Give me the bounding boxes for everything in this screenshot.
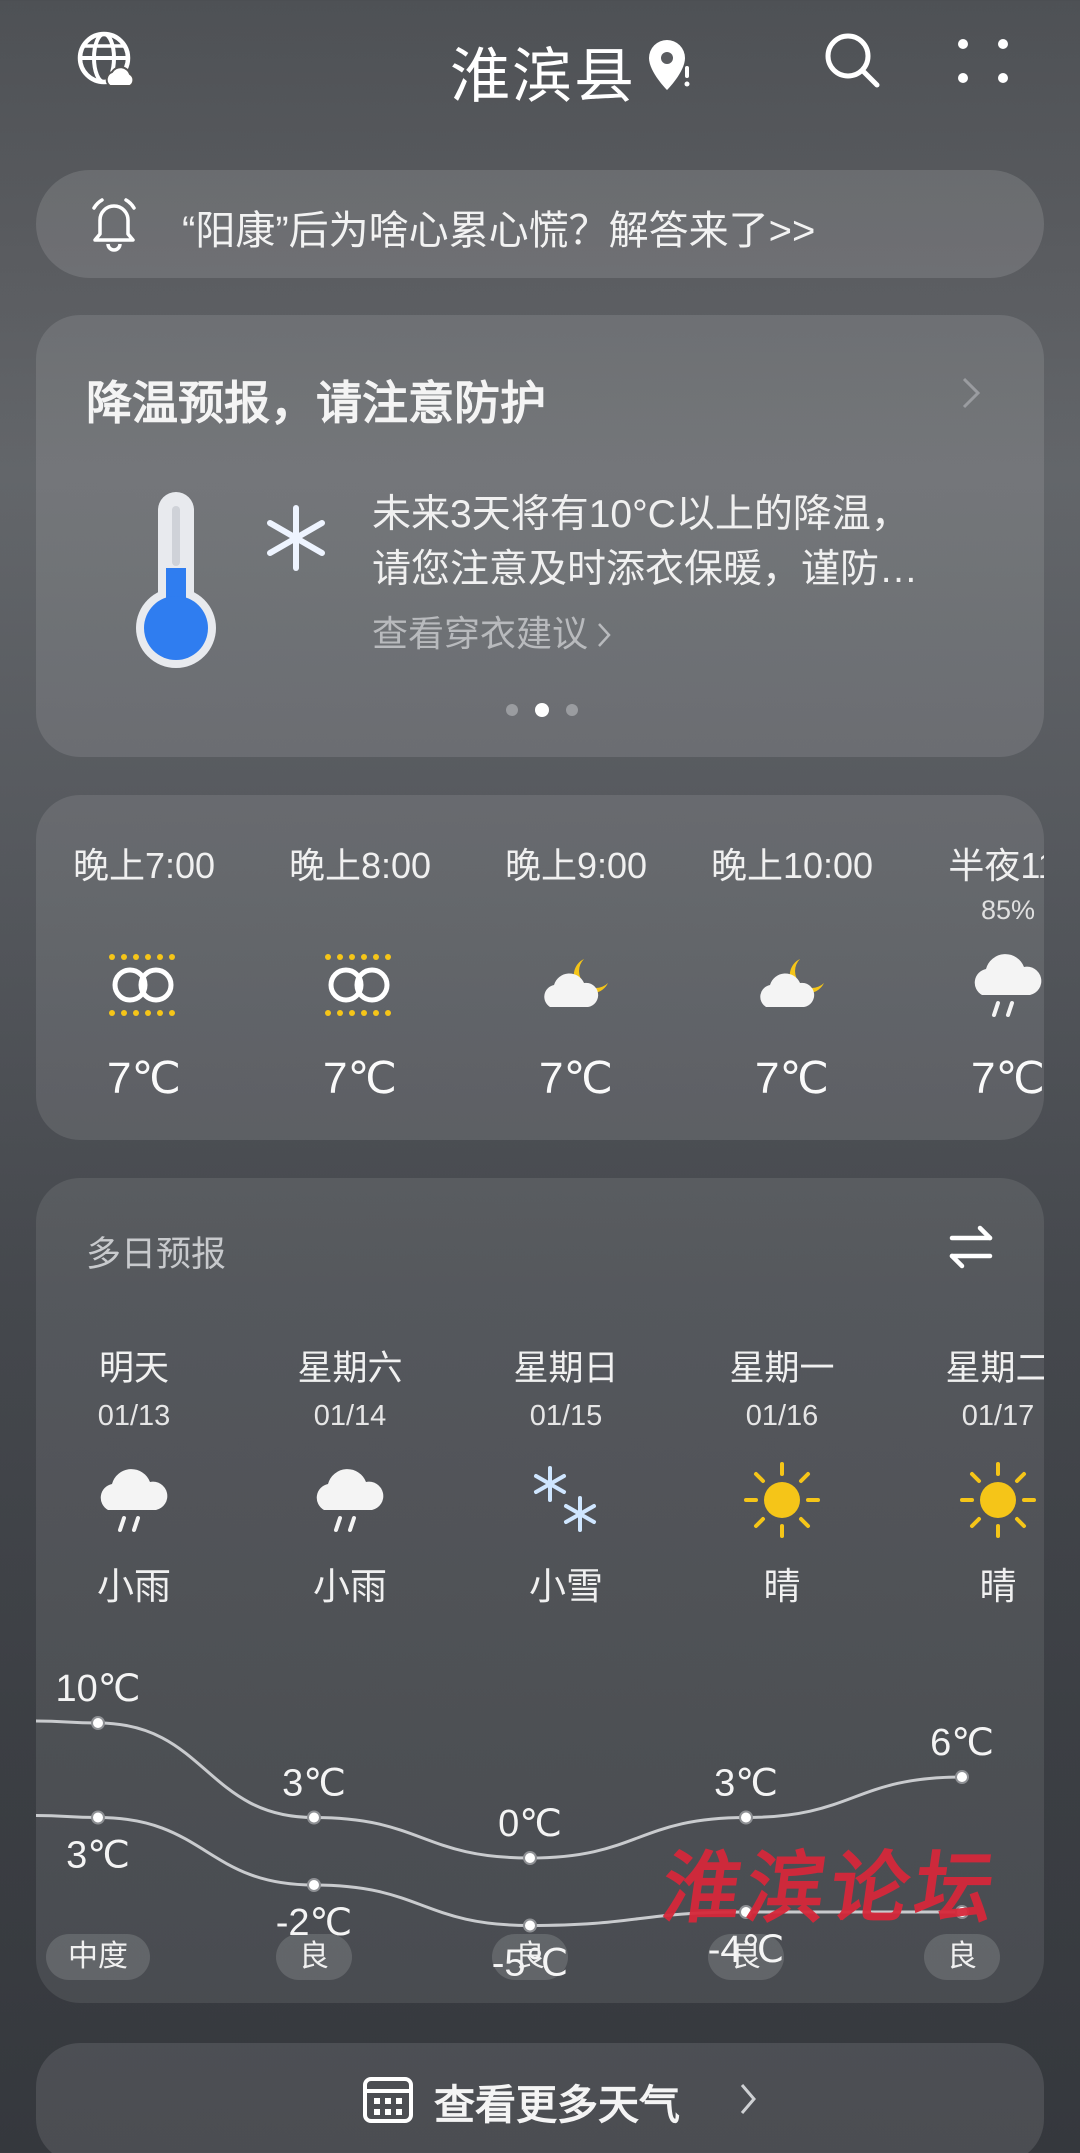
city-name[interactable]: 淮滨县 <box>450 28 636 115</box>
high-temp-line-point <box>91 1716 105 1730</box>
aqi-badge: 良 <box>708 1934 784 1980</box>
low-temp-line-point <box>307 1878 321 1892</box>
hourly-item: 晚上10:00 7℃ <box>692 795 892 1140</box>
clothing-advice-link[interactable]: 查看穿衣建议 <box>372 605 614 657</box>
aqi-badge: 良 <box>276 1934 352 1980</box>
high-temp-line-point <box>955 1770 969 1784</box>
thermometer-snow-icon <box>136 492 325 668</box>
clothing-advice-label: 查看穿衣建议 <box>372 613 589 654</box>
rain-cloud-icon <box>974 954 1042 1017</box>
alert-body-line: 请您注意及时添衣保暖，谨防… <box>372 548 919 591</box>
high-temp-line-point <box>739 1810 753 1825</box>
cooling-alert-card[interactable]: 降温预报，请注意防护 未来3天将有10°C以上的降温， 请您注意及时添衣保暖，谨… <box>36 315 1044 757</box>
calendar-icon <box>363 2077 413 2123</box>
news-banner-text: “阳康”后为啥心累心慌？解答来了>> <box>182 209 816 253</box>
aqi-badge: 中度 <box>46 1934 150 1980</box>
top-bar: 淮滨县 <box>0 0 1080 130</box>
pager-dot-active <box>535 703 549 717</box>
cloudy-night-icon <box>760 959 824 1007</box>
hour-time: 晚上9:00 <box>504 845 648 886</box>
aqi-badge: 良 <box>924 1934 1000 1980</box>
high-temp-label: 6℃ <box>930 1722 994 1764</box>
hourly-item: 半夜11: 85% 7℃ <box>908 795 1044 1140</box>
alert-body-line: 未来3天将有10°C以上的降温， <box>372 493 910 536</box>
hour-temp: 7℃ <box>755 1054 829 1103</box>
pager-dots <box>506 703 578 717</box>
high-temp-label: 0℃ <box>498 1803 562 1845</box>
hour-temp: 7℃ <box>539 1054 613 1103</box>
pager-dot <box>566 704 578 716</box>
globe-cloud-icon[interactable] <box>76 30 138 92</box>
pager-dot <box>506 704 518 716</box>
low-temp-line-point <box>523 1918 537 1933</box>
high-temp-label: 10℃ <box>56 1668 141 1710</box>
hourly-item: 晚上7:00 7℃ <box>44 795 244 1140</box>
hourly-item: 晚上9:00 7℃ <box>476 795 676 1140</box>
forum-watermark: 淮滨论坛 <box>656 1843 1006 1934</box>
precip-probability: 85% <box>980 895 1036 925</box>
location-pin-icon[interactable] <box>645 36 693 94</box>
hourly-item: 晚上8:00 7℃ <box>260 795 460 1140</box>
hourly-forecast-card[interactable]: 晚上7:00 7℃ 晚上8:00 7℃ 晚上9:00 7℃ 晚上10:00 7℃… <box>36 795 1044 1140</box>
haze-icon <box>325 954 391 1016</box>
high-temp-line-point <box>523 1851 537 1865</box>
multi-day-forecast-card[interactable]: 多日预报 明天 01/13 小雨 星期六 01/14 小雨 星期日 01/15 <box>36 1178 1044 2003</box>
hour-temp: 7℃ <box>971 1054 1044 1103</box>
chevron-right-icon[interactable] <box>956 373 986 413</box>
alert-title: 降温预报，请注意防护 <box>86 377 546 429</box>
high-temp-label: 3℃ <box>282 1763 346 1805</box>
more-weather-button[interactable]: 查看更多天气 <box>36 2043 1044 2153</box>
hour-temp: 7℃ <box>323 1054 397 1103</box>
hour-time: 晚上8:00 <box>288 845 432 886</box>
hour-time: 晚上10:00 <box>710 845 874 886</box>
search-icon[interactable] <box>822 30 882 90</box>
grid-menu-icon[interactable] <box>955 36 1011 86</box>
bell-icon <box>92 198 136 252</box>
high-temp-line-point <box>307 1810 321 1825</box>
hour-time: 晚上7:00 <box>72 845 216 886</box>
hour-temp: 7℃ <box>107 1054 181 1103</box>
hour-time: 半夜11: <box>948 845 1044 886</box>
news-banner[interactable]: “阳康”后为啥心累心慌？解答来了>> <box>36 170 1044 278</box>
low-temp-line-point <box>91 1810 105 1825</box>
chevron-right-icon <box>740 2084 756 2114</box>
more-weather-label: 查看更多天气 <box>434 2082 680 2128</box>
haze-icon <box>109 954 175 1016</box>
cloudy-night-icon <box>544 959 608 1007</box>
low-temp-label: 3℃ <box>66 1835 130 1877</box>
chevron-right-icon <box>598 623 611 647</box>
high-temp-label: 3℃ <box>714 1763 778 1805</box>
aqi-badge: 良 <box>492 1934 568 1980</box>
